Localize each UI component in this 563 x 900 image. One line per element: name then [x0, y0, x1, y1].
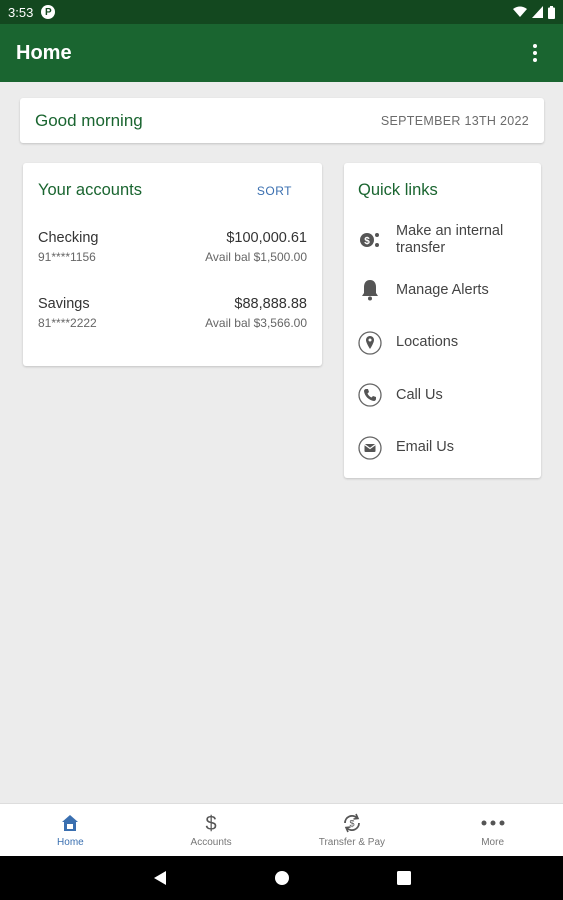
system-nav-bar	[0, 856, 563, 900]
quick-links-title: Quick links	[358, 181, 438, 199]
home-icon	[60, 812, 80, 834]
nav-label: More	[481, 837, 505, 848]
account-balance: $100,000.61	[226, 230, 307, 246]
quick-link-call-us[interactable]: Call Us	[358, 369, 527, 422]
status-icons	[513, 5, 555, 19]
dollar-icon: $	[204, 812, 218, 834]
account-row-savings[interactable]: Savings 81****2222 $88,888.88 Avail bal …	[38, 296, 307, 330]
location-pin-icon	[358, 331, 382, 355]
account-number: 91****1156	[38, 250, 96, 264]
quick-links-card: Quick links $ Make an internal transfer …	[344, 163, 541, 478]
nav-label: Accounts	[190, 837, 232, 848]
back-icon[interactable]	[150, 868, 170, 888]
quick-link-manage-alerts[interactable]: Manage Alerts	[358, 264, 527, 317]
accounts-card: Your accounts SORT Checking 91****1156 $…	[23, 163, 322, 366]
quick-link-label: Email Us	[396, 439, 455, 456]
account-name: Checking	[38, 230, 99, 246]
quick-links-list: $ Make an internal transfer Manage Alert…	[358, 216, 527, 474]
nav-transfer-pay[interactable]: $ Transfer & Pay	[282, 804, 423, 856]
home-circle-icon[interactable]	[272, 868, 292, 888]
svg-text:$: $	[364, 236, 370, 247]
app-bar: Home	[0, 24, 563, 82]
account-number: 81****2222	[38, 316, 97, 330]
recents-icon[interactable]	[394, 868, 414, 888]
quick-link-locations[interactable]: Locations	[358, 317, 527, 370]
nav-label: Home	[57, 837, 84, 848]
quick-link-label: Make an internal transfer	[396, 223, 504, 256]
nav-more[interactable]: More	[422, 804, 563, 856]
status-time: 3:53	[8, 4, 34, 20]
account-balance: $88,888.88	[234, 296, 307, 312]
quick-link-email-us[interactable]: Email Us	[358, 422, 527, 475]
accounts-header: Your accounts SORT	[38, 181, 307, 200]
account-row-checking[interactable]: Checking 91****1156 $100,000.61 Avail ba…	[38, 230, 307, 264]
notification-badge-icon: P	[41, 5, 56, 19]
account-available-balance: Avail bal $3,566.00	[205, 316, 307, 330]
greeting-date: SEPTEMBER 13TH 2022	[380, 113, 529, 128]
status-bar: 3:53 P	[0, 0, 563, 24]
svg-text:$: $	[349, 819, 354, 829]
quick-link-label: Manage Alerts	[396, 281, 489, 298]
page-title: Home	[16, 41, 72, 64]
more-dots-icon	[481, 812, 505, 834]
email-icon	[358, 436, 382, 460]
battery-icon	[548, 5, 555, 19]
account-name: Savings	[38, 296, 90, 312]
nav-label: Transfer & Pay	[318, 837, 386, 848]
transfer-icon: $	[358, 228, 382, 252]
transfer-pay-icon: $	[341, 812, 363, 834]
quick-link-label: Call Us	[396, 386, 443, 403]
accounts-title: Your accounts	[38, 181, 142, 199]
quick-link-internal-transfer[interactable]: $ Make an internal transfer	[358, 216, 527, 264]
svg-text:$: $	[206, 813, 217, 834]
bottom-nav: Home $ Accounts $ Transfer & Pay More	[0, 803, 563, 856]
signal-icon	[532, 6, 543, 18]
overflow-menu-icon[interactable]	[523, 41, 547, 65]
phone-icon	[358, 383, 382, 407]
bell-icon	[358, 278, 382, 302]
greeting-text: Good morning	[35, 110, 143, 130]
nav-home[interactable]: Home	[0, 804, 141, 856]
nav-accounts[interactable]: $ Accounts	[141, 804, 282, 856]
account-available-balance: Avail bal $1,500.00	[205, 250, 307, 264]
wifi-icon	[513, 6, 527, 17]
sort-button[interactable]: SORT	[257, 184, 292, 198]
quick-link-label: Locations	[396, 334, 459, 351]
greeting-card: Good morning SEPTEMBER 13TH 2022	[20, 98, 544, 143]
